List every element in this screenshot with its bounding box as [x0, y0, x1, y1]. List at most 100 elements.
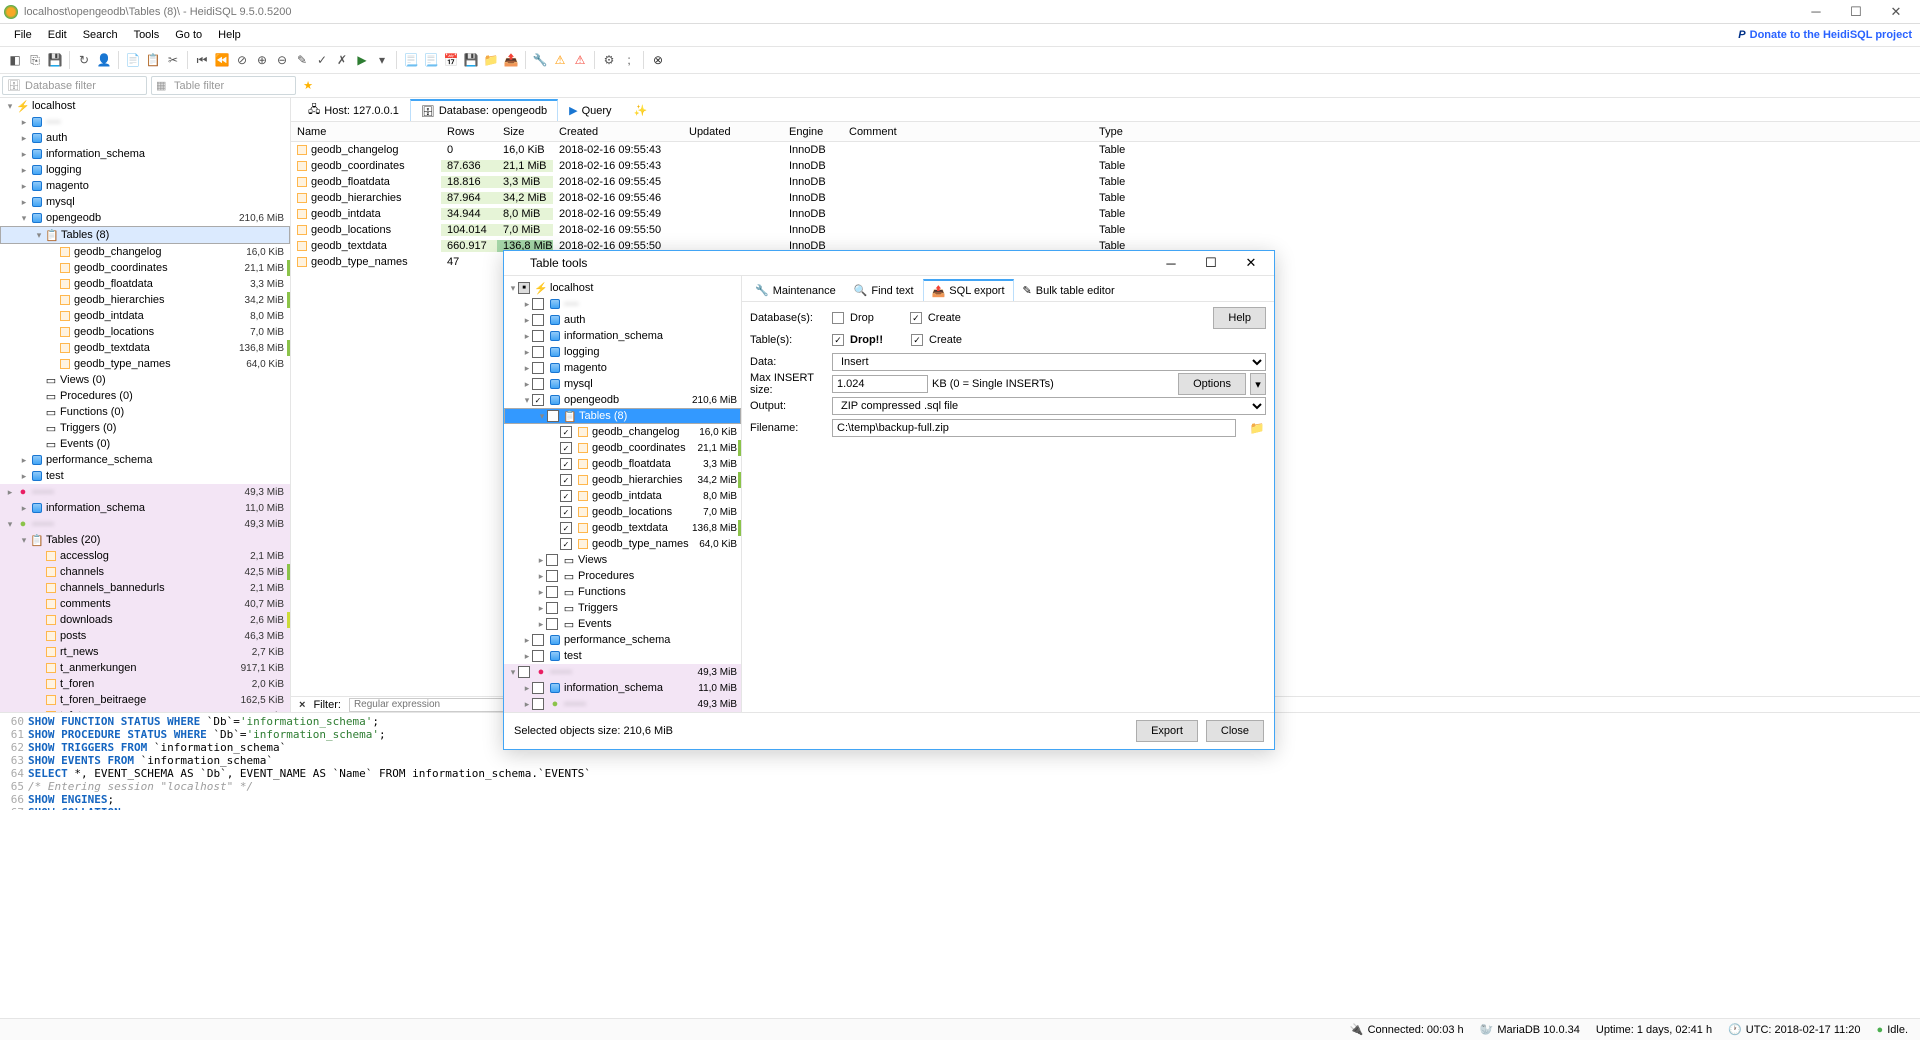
tool-edit-icon[interactable]: ✎ — [293, 51, 311, 69]
expand-icon[interactable]: ▾ — [18, 213, 30, 224]
tool-plus-icon[interactable]: ⊕ — [253, 51, 271, 69]
expand-icon[interactable]: ▸ — [536, 587, 546, 598]
table-row[interactable]: geodb_coordinates 87.636 21,1 MiB 2018-0… — [291, 158, 1920, 174]
data-select[interactable]: Insert — [832, 353, 1266, 371]
tree-item[interactable]: t_foren 2,0 KiB — [0, 676, 290, 692]
tree-item[interactable]: geodb_type_names 64,0 KiB — [0, 356, 290, 372]
tree-checkbox[interactable] — [532, 634, 544, 646]
expand-icon[interactable]: ▸ — [522, 683, 532, 694]
tab-sql-export[interactable]: 📤SQL export — [923, 279, 1014, 301]
object-tree[interactable]: ▾ ⚡ localhost ▸ ···· ▸ auth ▸ informatio… — [0, 98, 291, 712]
options-button[interactable]: Options — [1178, 373, 1246, 395]
tree-item[interactable]: ▸ ● ······ 49,3 MiB — [0, 484, 290, 500]
tree-item[interactable]: ▸ test — [0, 468, 290, 484]
dialog-tree-item[interactable]: ▸ performance_schema — [504, 632, 741, 648]
tree-checkbox[interactable] — [518, 666, 530, 678]
expand-icon[interactable]: ▸ — [18, 133, 30, 144]
expand-icon[interactable]: ▸ — [522, 347, 532, 358]
dialog-tree-item[interactable]: ▸ logging — [504, 344, 741, 360]
tree-item[interactable]: geodb_hierarchies 34,2 MiB — [0, 292, 290, 308]
db-drop-checkbox[interactable] — [832, 312, 844, 324]
expand-icon[interactable]: ▸ — [18, 149, 30, 160]
expand-icon[interactable]: ▸ — [18, 503, 30, 514]
expand-icon[interactable]: ▸ — [536, 619, 546, 630]
dialog-tree-item[interactable]: ▸ ▭ Functions — [504, 584, 741, 600]
dialog-tree-item[interactable]: geodb_locations 7,0 MiB — [504, 504, 741, 520]
tree-item[interactable]: downloads 2,6 MiB — [0, 612, 290, 628]
menu-search[interactable]: Search — [77, 27, 124, 43]
dialog-minimize-button[interactable]: ─ — [1154, 256, 1188, 271]
expand-icon[interactable]: ▸ — [522, 379, 532, 390]
tree-item[interactable]: t_anmerkungen 917,1 KiB — [0, 660, 290, 676]
expand-icon[interactable]: ▸ — [18, 165, 30, 176]
tab-find-text[interactable]: 🔍Find text — [845, 279, 923, 301]
export-button[interactable]: Export — [1136, 720, 1198, 742]
tool-save2-icon[interactable]: 💾 — [462, 51, 480, 69]
dialog-object-tree[interactable]: ▾ ⚡ localhost ▸ ···· ▸ auth ▸ informatio… — [504, 276, 742, 712]
favorites-icon[interactable]: ★ — [298, 74, 318, 97]
database-filter[interactable]: 🗄 Database filter — [2, 76, 147, 95]
tree-item[interactable]: accesslog 2,1 MiB — [0, 548, 290, 564]
expand-icon[interactable]: ▸ — [18, 117, 30, 128]
db-create-checkbox[interactable] — [910, 312, 922, 324]
tree-item[interactable]: ▾ 📋 Tables (20) — [0, 532, 290, 548]
tool-export-icon[interactable]: 📤 — [502, 51, 520, 69]
tab-host[interactable]: 🖧Host: 127.0.0.1 — [297, 99, 410, 121]
tree-item[interactable]: geodb_changelog 16,0 KiB — [0, 244, 290, 260]
tree-item[interactable]: t_foren_beitraege 162,5 KiB — [0, 692, 290, 708]
tree-checkbox[interactable] — [532, 346, 544, 358]
dialog-tree-item[interactable]: ▾ 📋 Tables (8) — [504, 408, 741, 424]
expand-icon[interactable]: ▸ — [18, 197, 30, 208]
max-insert-input[interactable] — [832, 375, 928, 393]
tree-item[interactable]: ▭ Procedures (0) — [0, 388, 290, 404]
tree-item[interactable]: ▾ ⚡ localhost — [0, 98, 290, 114]
tree-item[interactable]: channels 42,5 MiB — [0, 564, 290, 580]
menu-goto[interactable]: Go to — [169, 27, 208, 43]
tree-checkbox[interactable] — [532, 698, 544, 710]
tree-checkbox[interactable] — [560, 458, 572, 470]
tree-item[interactable]: rt_news 2,7 KiB — [0, 644, 290, 660]
tool-folder-icon[interactable]: 📁 — [482, 51, 500, 69]
tree-checkbox[interactable] — [560, 538, 572, 550]
tool-wrench-icon[interactable]: 🔧 — [531, 51, 549, 69]
tree-checkbox[interactable] — [546, 554, 558, 566]
tool-cancel-icon[interactable]: ✗ — [333, 51, 351, 69]
tree-checkbox[interactable] — [560, 522, 572, 534]
expand-icon[interactable]: ▸ — [522, 651, 532, 662]
tree-checkbox[interactable] — [560, 474, 572, 486]
tree-checkbox[interactable] — [546, 570, 558, 582]
tree-item[interactable]: geodb_textdata 136,8 MiB — [0, 340, 290, 356]
expand-icon[interactable]: ▸ — [18, 455, 30, 466]
dialog-tree-item[interactable]: geodb_coordinates 21,1 MiB — [504, 440, 741, 456]
tool-user-icon[interactable]: 👤 — [95, 51, 113, 69]
tree-item[interactable]: ▾ ● ······ 49,3 MiB — [0, 516, 290, 532]
dialog-tree-item[interactable]: geodb_textdata 136,8 MiB — [504, 520, 741, 536]
expand-icon[interactable]: ▸ — [522, 699, 532, 710]
table-row[interactable]: geodb_changelog 0 16,0 KiB 2018-02-16 09… — [291, 142, 1920, 158]
tree-item[interactable]: geodb_floatdata 3,3 MiB — [0, 276, 290, 292]
browse-folder-icon[interactable]: 📁 — [1248, 419, 1266, 437]
dialog-tree-item[interactable]: geodb_changelog 16,0 KiB — [504, 424, 741, 440]
help-button[interactable]: Help — [1213, 307, 1266, 329]
expand-icon[interactable]: ▸ — [18, 471, 30, 482]
tool-warn-icon[interactable]: ⚠ — [551, 51, 569, 69]
tree-checkbox[interactable] — [546, 602, 558, 614]
output-select[interactable]: ZIP compressed .sql file — [832, 397, 1266, 415]
tree-item[interactable]: ▾ 📋 Tables (8) — [0, 226, 290, 244]
tool-run-menu-icon[interactable]: ▾ — [373, 51, 391, 69]
dialog-tree-item[interactable]: ▾ ● ······ 49,3 MiB — [504, 664, 741, 680]
close-button[interactable]: ✕ — [1876, 1, 1916, 23]
tool-cut-icon[interactable]: ✂ — [164, 51, 182, 69]
tree-item[interactable]: ▸ performance_schema — [0, 452, 290, 468]
expand-icon[interactable]: ▾ — [508, 283, 518, 294]
tree-checkbox[interactable] — [546, 586, 558, 598]
tree-checkbox[interactable] — [532, 650, 544, 662]
expand-icon[interactable]: ▸ — [522, 315, 532, 326]
expand-icon[interactable]: ▾ — [522, 395, 532, 406]
tree-item[interactable]: geodb_locations 7,0 MiB — [0, 324, 290, 340]
expand-icon[interactable]: ▸ — [536, 571, 546, 582]
dialog-tree-item[interactable]: ▸ ▭ Triggers — [504, 600, 741, 616]
tool-semicolon-icon[interactable]: ; — [620, 51, 638, 69]
expand-icon[interactable]: ▸ — [18, 181, 30, 192]
close-filter-icon[interactable]: × — [299, 699, 305, 711]
